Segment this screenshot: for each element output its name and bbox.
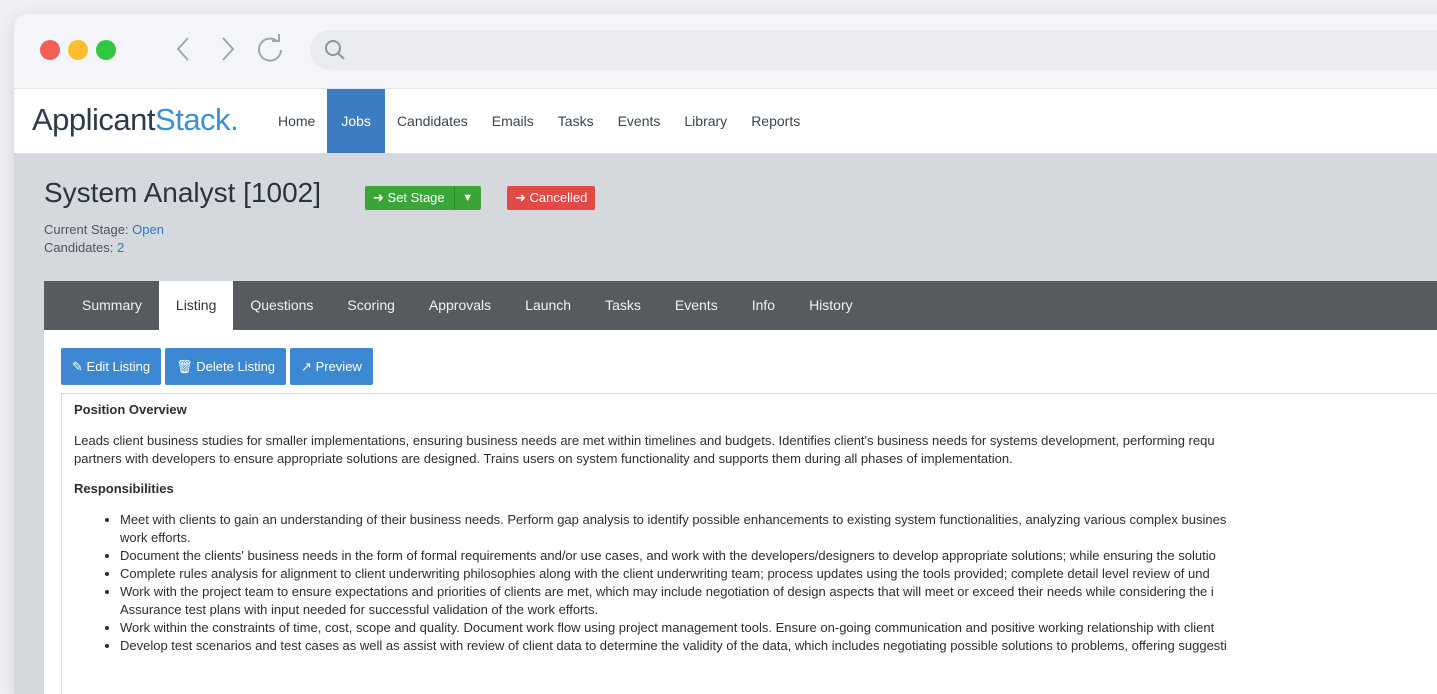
edit-icon: ✎ (72, 359, 83, 374)
app-header: ApplicantStack. Home Jobs Candidates Ema… (14, 89, 1437, 154)
tab-events[interactable]: Events (658, 281, 735, 330)
candidates-count: Candidates: 2 (44, 240, 124, 255)
set-stage-label: Set Stage (387, 190, 445, 205)
job-tabbar: Summary Listing Questions Scoring Approv… (44, 281, 1437, 330)
tab-scoring[interactable]: Scoring (330, 281, 411, 330)
delete-listing-button[interactable]: 🗑 Delete Listing (165, 348, 287, 385)
responsibilities-list: Meet with clients to gain an understandi… (74, 511, 1437, 655)
search-icon (325, 40, 345, 60)
list-item-text: Assurance test plans with input needed f… (120, 602, 599, 617)
tab-launch[interactable]: Launch (508, 281, 588, 330)
tab-tasks[interactable]: Tasks (588, 281, 658, 330)
candidates-label: Candidates: (44, 240, 114, 255)
list-item: Work within the constraints of time, cos… (120, 619, 1437, 637)
close-window-button[interactable] (40, 40, 60, 60)
list-item: Develop test scenarios and test cases as… (120, 637, 1437, 655)
list-item: Document the clients' business needs in … (120, 547, 1437, 565)
cancelled-label: Cancelled (529, 190, 588, 205)
list-item-text: Develop test scenarios and test cases as… (120, 638, 1227, 653)
nav-emails[interactable]: Emails (480, 89, 546, 153)
page-title: System Analyst [1002] (44, 177, 322, 208)
reload-icon[interactable] (254, 32, 286, 72)
tab-questions[interactable]: Questions (233, 281, 330, 330)
job-detail: System Analyst [1002] ➜ Set Stage ▼ ➜ Ca… (14, 153, 1437, 694)
listing-content: Position Overview Leads client business … (61, 393, 1437, 694)
current-stage-label: Current Stage: (44, 222, 129, 237)
browser-toolbar (14, 14, 1437, 89)
responsibilities-heading: Responsibilities (74, 481, 174, 496)
current-stage-value[interactable]: Open (132, 222, 164, 237)
list-item: Complete rules analysis for alignment to… (120, 565, 1437, 583)
overview-line: partners with developers to ensure appro… (74, 451, 1013, 466)
logo-text-accent: Stack (155, 102, 231, 137)
tab-history[interactable]: History (792, 281, 870, 330)
job-tabs-panel: Summary Listing Questions Scoring Approv… (44, 281, 1437, 694)
set-stage-dropdown-button[interactable]: ▼ (453, 186, 481, 210)
maximize-window-button[interactable] (96, 40, 116, 60)
nav-tasks[interactable]: Tasks (546, 89, 606, 153)
set-stage-group: ➜ Set Stage ▼ (365, 186, 481, 210)
candidates-value[interactable]: 2 (117, 240, 124, 255)
nav-library[interactable]: Library (672, 89, 739, 153)
nav-events[interactable]: Events (606, 89, 673, 153)
set-stage-button[interactable]: ➜ Set Stage (365, 186, 454, 210)
arrow-right-icon: ➜ (515, 190, 526, 205)
forward-icon[interactable] (219, 34, 237, 70)
minimize-window-button[interactable] (68, 40, 88, 60)
tab-approvals[interactable]: Approvals (412, 281, 508, 330)
list-item-text: work efforts. (120, 530, 191, 545)
overview-line: Leads client business studies for smalle… (74, 433, 1215, 448)
preview-label: Preview (315, 359, 362, 374)
address-bar[interactable] (310, 30, 1437, 70)
position-overview-heading: Position Overview (74, 402, 187, 417)
external-link-icon: ↗ (301, 359, 312, 374)
nav-reports[interactable]: Reports (739, 89, 812, 153)
main-nav: Home Jobs Candidates Emails Tasks Events… (266, 89, 812, 153)
current-stage: Current Stage: Open (44, 222, 164, 237)
tab-summary[interactable]: Summary (65, 281, 159, 330)
list-item-text: Work within the constraints of time, cos… (120, 620, 1215, 635)
cancelled-button[interactable]: ➜ Cancelled (507, 186, 596, 210)
listing-actions: ✎ Edit Listing 🗑 Delete Listing ↗ Previe… (61, 348, 373, 385)
nav-jobs[interactable]: Jobs (327, 89, 385, 153)
nav-home[interactable]: Home (266, 89, 327, 153)
logo-period: . (230, 102, 239, 137)
tab-info[interactable]: Info (735, 281, 792, 330)
position-overview-text: Leads client business studies for smalle… (74, 432, 1437, 468)
caret-down-icon: ▼ (462, 192, 474, 204)
list-item-text: Document the clients' business needs in … (120, 548, 1216, 563)
tab-listing[interactable]: Listing (158, 281, 234, 330)
preview-button[interactable]: ↗ Preview (290, 348, 373, 385)
arrow-right-icon: ➜ (373, 190, 384, 205)
list-item: Work with the project team to ensure exp… (120, 583, 1437, 619)
delete-listing-label: Delete Listing (196, 359, 276, 374)
edit-listing-button[interactable]: ✎ Edit Listing (61, 348, 162, 385)
back-icon[interactable] (174, 34, 192, 70)
nav-candidates[interactable]: Candidates (385, 89, 480, 153)
list-item-text: Complete rules analysis for alignment to… (120, 566, 1210, 581)
logo-text-dark: Applicant (32, 102, 156, 137)
trash-icon: 🗑 (176, 359, 193, 374)
list-item-text: Work with the project team to ensure exp… (120, 584, 1214, 599)
applicantstack-logo[interactable]: ApplicantStack. (32, 102, 239, 138)
browser-window: ApplicantStack. Home Jobs Candidates Ema… (14, 14, 1437, 694)
list-item-text: Meet with clients to gain an understandi… (120, 512, 1227, 527)
edit-listing-label: Edit Listing (86, 359, 151, 374)
list-item: Meet with clients to gain an understandi… (120, 511, 1437, 547)
